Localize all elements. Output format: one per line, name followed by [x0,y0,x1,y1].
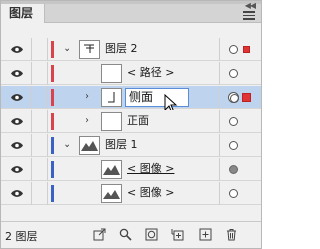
new-sublayer-icon[interactable] [171,228,184,241]
visibility-eye-icon[interactable] [10,165,24,174]
visibility-eye-icon[interactable] [10,117,24,126]
layer-color-bar [51,89,54,106]
target-double-circle-icon[interactable] [228,92,239,103]
group-thumbnail [101,112,122,131]
layer-color-bar [51,185,54,202]
export-icon[interactable] [93,228,106,241]
layer-thumbnail [79,40,100,59]
layer-color-bar [51,137,54,154]
layer-row-layer1[interactable]: ⌄ 图层 1 [1,134,261,157]
search-icon[interactable] [119,228,132,241]
layer-color-bar [51,113,54,130]
path-thumbnail [101,64,122,83]
target-circle-icon[interactable] [229,117,238,126]
delete-icon[interactable] [225,228,238,241]
layer-count: 2 图层 [5,230,38,243]
layer-row-front[interactable]: › 正面 [1,110,261,133]
new-layer-icon[interactable] [199,228,212,241]
visibility-eye-icon[interactable] [10,141,24,150]
visibility-eye-icon[interactable] [10,93,24,102]
selection-indicator[interactable] [242,93,251,102]
layer-name[interactable]: < 图像 > [127,162,174,176]
hamburger-menu-icon[interactable] [243,11,255,20]
visibility-eye-icon[interactable] [10,69,24,78]
layer-name[interactable]: 图层 2 [105,42,138,56]
visibility-eye-icon[interactable] [10,189,24,198]
layer-color-bar [51,161,54,178]
group-thumbnail [101,88,122,107]
target-circle-icon[interactable] [229,189,238,198]
layer-name[interactable]: 图层 1 [105,138,138,152]
clip-mask-icon[interactable] [145,228,158,241]
layer-row-side[interactable]: › 侧面 [1,86,261,114]
layers-panel: 图层 ◀◀ ⌄ 图层 2 < 路径 > › 侧面 › 正面 ⌄ 图层 1 < 图… [0,0,262,249]
layer-name-edit-field[interactable]: 侧面 [125,88,189,107]
layer-color-bar [51,65,54,82]
panel-footer: 2 图层 [1,221,261,248]
chevron-down-icon[interactable]: ⌄ [63,43,71,55]
layer-name[interactable]: < 路径 > [127,66,174,80]
chevron-down-icon[interactable]: ⌄ [63,139,71,151]
chevron-right-icon[interactable]: › [85,91,89,103]
tab-layers[interactable]: 图层 [1,4,45,23]
collapse-panel-icon[interactable]: ◀◀ [245,1,256,11]
image-thumbnail [101,184,122,203]
visibility-eye-icon[interactable] [10,45,24,54]
target-filled-circle-icon[interactable] [229,165,238,174]
chevron-right-icon[interactable]: › [85,115,89,127]
layer-thumbnail [79,136,100,155]
layer-name[interactable]: < 图像 > [127,186,174,200]
layer-name[interactable]: 正面 [127,114,149,128]
layer-row-image-2[interactable]: < 图像 > [1,182,261,205]
image-thumbnail [101,160,122,179]
layer-row-layer2[interactable]: ⌄ 图层 2 [1,38,261,61]
target-circle-icon[interactable] [229,141,238,150]
selection-indicator[interactable] [243,46,250,53]
target-circle-icon[interactable] [229,69,238,78]
target-circle-icon[interactable] [229,45,238,54]
layer-color-bar [51,41,54,58]
layer-row-path[interactable]: < 路径 > [1,62,261,85]
layer-row-image-1[interactable]: < 图像 > [1,158,261,181]
panel-tab-bar: 图层 ◀◀ [1,1,261,23]
